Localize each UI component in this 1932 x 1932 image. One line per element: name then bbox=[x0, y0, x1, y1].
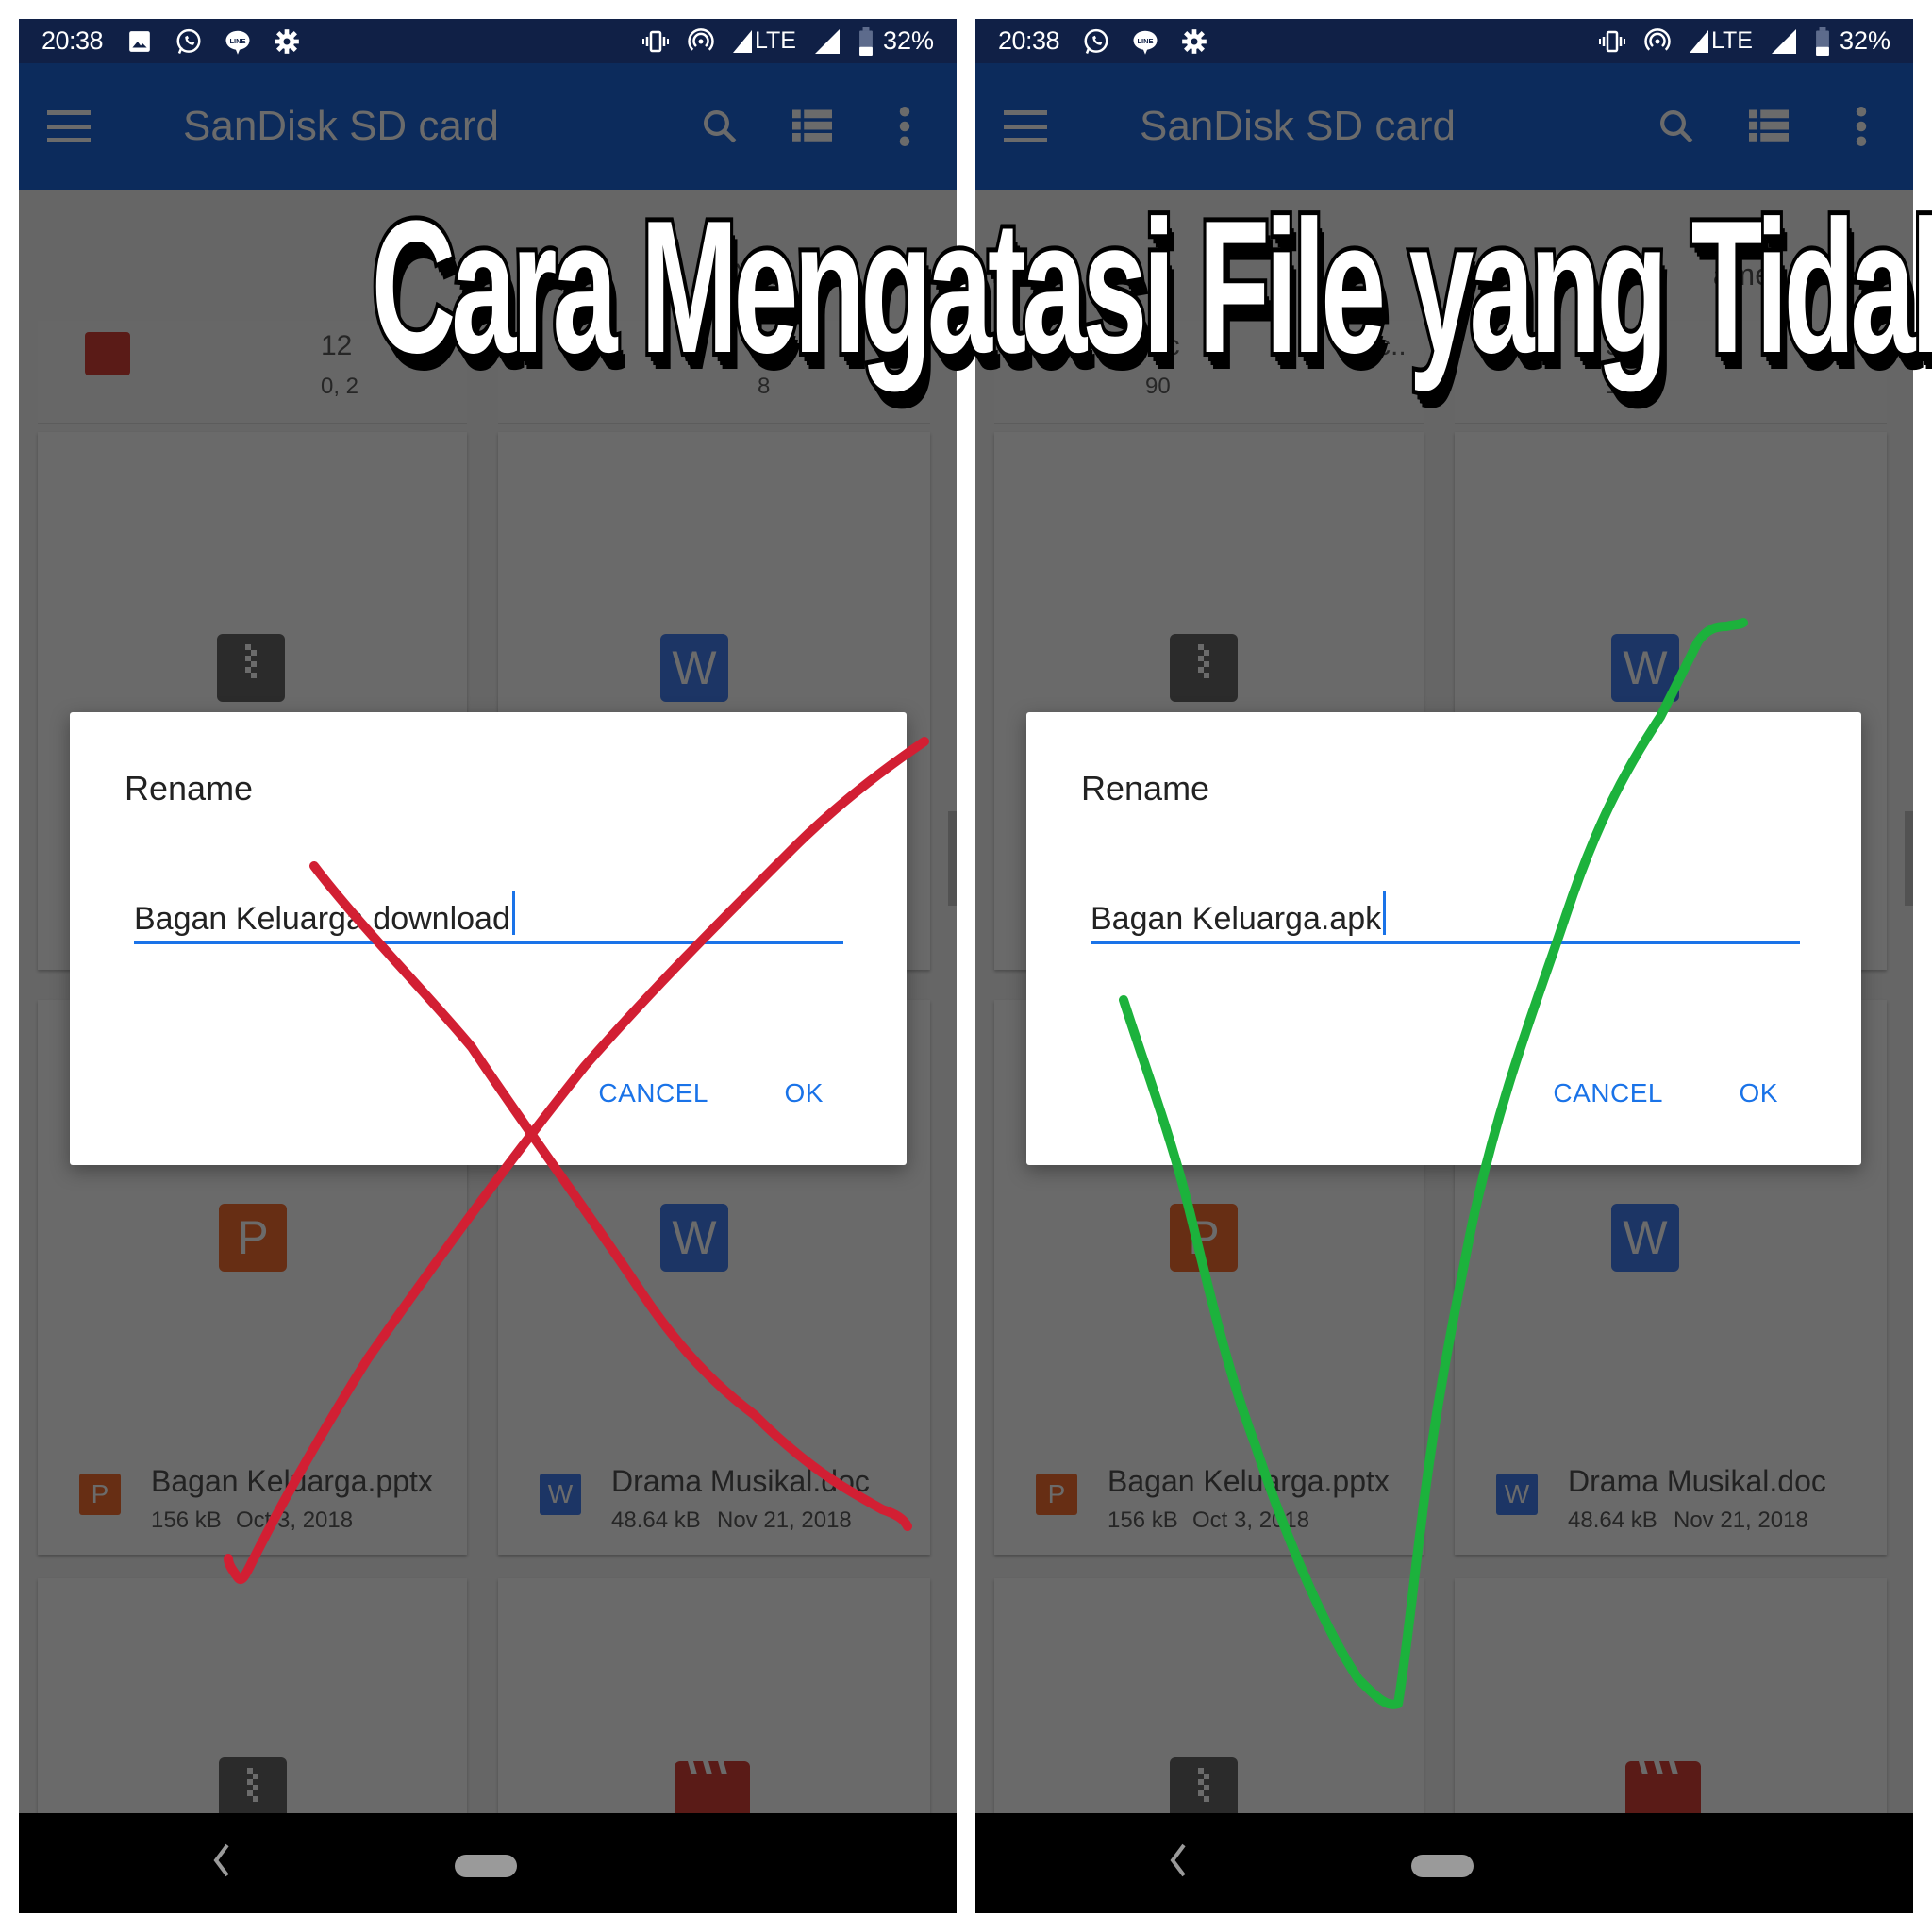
vibrate-icon bbox=[1598, 27, 1626, 56]
text-caret bbox=[1383, 891, 1387, 935]
home-button[interactable] bbox=[455, 1855, 517, 1877]
file-name: Drama Musikal.doc bbox=[1568, 1464, 1826, 1498]
back-icon[interactable] bbox=[208, 1841, 236, 1879]
zip-file-icon bbox=[1170, 634, 1238, 702]
word-file-icon: W bbox=[1611, 634, 1679, 702]
whatsapp-icon bbox=[1082, 27, 1110, 56]
ok-button[interactable]: OK bbox=[1740, 1078, 1778, 1108]
app-bar: SanDisk SD card bbox=[19, 63, 957, 190]
clock: 20:38 bbox=[998, 26, 1060, 55]
powerpoint-small-icon: P bbox=[79, 1474, 121, 1515]
network-type: LTE bbox=[1710, 27, 1753, 54]
word-file-icon: W bbox=[660, 634, 728, 702]
battery-icon bbox=[858, 26, 874, 56]
filename-input[interactable]: Bagan Keluarga.apk bbox=[1091, 891, 1800, 944]
vibrate-icon bbox=[641, 27, 670, 56]
file-date: Oct 3, 2018 bbox=[1192, 1507, 1310, 1533]
dialog-title: Rename bbox=[1081, 769, 1210, 808]
zip-file-icon bbox=[217, 634, 285, 702]
filename-value: Bagan Keluarga.apk bbox=[1091, 901, 1382, 937]
text-caret bbox=[511, 891, 515, 935]
word-file-icon: W bbox=[660, 1204, 728, 1272]
list-view-icon[interactable] bbox=[789, 103, 836, 150]
app-title: SanDisk SD card bbox=[1140, 103, 1457, 149]
rename-dialog: Rename Bagan Keluarga.apk CANCEL OK bbox=[1026, 712, 1861, 1165]
hamburger-menu-icon[interactable] bbox=[47, 110, 91, 142]
file-card-video[interactable] bbox=[1455, 1578, 1887, 1824]
settings-icon bbox=[273, 27, 301, 56]
cancel-button[interactable]: CANCEL bbox=[598, 1078, 708, 1108]
app-bar: SanDisk SD card bbox=[975, 63, 1913, 190]
battery-icon bbox=[1815, 26, 1830, 56]
line-icon: LINE bbox=[224, 27, 252, 56]
rename-dialog: Rename Bagan Keluarga.download CANCEL OK bbox=[70, 712, 907, 1165]
headline-title: Cara Mengatasi File yang Tidak Bisa Dibu… bbox=[369, 177, 1932, 397]
ok-button[interactable]: OK bbox=[785, 1078, 824, 1108]
signal-lte-icon: LTE bbox=[732, 27, 796, 56]
signal-icon bbox=[1770, 27, 1798, 56]
powerpoint-file-icon: P bbox=[1170, 1204, 1238, 1272]
scrollbar-thumb[interactable] bbox=[948, 811, 957, 906]
file-size: 48.64 kB bbox=[611, 1507, 701, 1533]
status-bar: 20:38 LINE LTE 32% bbox=[19, 19, 957, 63]
file-size: 156 kB bbox=[151, 1507, 222, 1533]
line-icon: LINE bbox=[1131, 27, 1159, 56]
signal-lte-icon: LTE bbox=[1689, 27, 1753, 56]
battery-percent: 32% bbox=[1839, 26, 1890, 55]
svg-text:LINE: LINE bbox=[1138, 36, 1154, 44]
file-meta-partial: 0, 2 bbox=[321, 374, 359, 399]
hamburger-menu-icon[interactable] bbox=[1004, 110, 1047, 142]
home-button[interactable] bbox=[1411, 1855, 1474, 1877]
powerpoint-small-icon: P bbox=[1036, 1474, 1077, 1515]
file-date: Oct 3, 2018 bbox=[236, 1507, 354, 1533]
word-small-icon: W bbox=[1496, 1474, 1538, 1515]
app-title: SanDisk SD card bbox=[183, 103, 500, 149]
clock: 20:38 bbox=[42, 26, 104, 55]
file-size: 48.64 kB bbox=[1568, 1507, 1657, 1533]
settings-icon bbox=[1180, 27, 1208, 56]
file-date: Nov 21, 2018 bbox=[1674, 1507, 1808, 1533]
file-name: Bagan Keluarga.pptx bbox=[151, 1464, 433, 1498]
hotspot-icon bbox=[687, 27, 715, 56]
filename-input[interactable]: Bagan Keluarga.download bbox=[134, 891, 843, 944]
powerpoint-file-icon: P bbox=[219, 1204, 287, 1272]
list-view-icon[interactable] bbox=[1745, 103, 1792, 150]
word-small-icon: W bbox=[540, 1474, 581, 1515]
cancel-button[interactable]: CANCEL bbox=[1553, 1078, 1663, 1108]
word-file-icon: W bbox=[1611, 1204, 1679, 1272]
dialog-title: Rename bbox=[125, 769, 254, 808]
status-bar: 20:38 LINE LTE 32% bbox=[975, 19, 1913, 63]
file-name-partial: 12 bbox=[321, 330, 353, 361]
network-type: LTE bbox=[754, 27, 796, 54]
file-name: Drama Musikal.doc bbox=[611, 1464, 870, 1498]
hotspot-icon bbox=[1643, 27, 1672, 56]
file-card-zip[interactable] bbox=[994, 1578, 1424, 1825]
navigation-bar bbox=[19, 1813, 957, 1913]
whatsapp-icon bbox=[175, 27, 203, 56]
filename-value: Bagan Keluarga.download bbox=[134, 901, 510, 937]
svg-text:LINE: LINE bbox=[230, 36, 246, 44]
gallery-icon bbox=[125, 27, 154, 56]
file-card-video[interactable] bbox=[498, 1578, 930, 1824]
search-icon[interactable] bbox=[696, 103, 743, 150]
signal-icon bbox=[813, 27, 841, 56]
file-name: Bagan Keluarga.pptx bbox=[1108, 1464, 1390, 1498]
video-file-icon bbox=[85, 332, 130, 375]
scrollbar-thumb[interactable] bbox=[1905, 811, 1913, 906]
back-icon[interactable] bbox=[1164, 1841, 1192, 1879]
file-card-zip[interactable] bbox=[38, 1578, 467, 1825]
more-vert-icon[interactable] bbox=[1838, 103, 1885, 150]
more-vert-icon[interactable] bbox=[881, 103, 928, 150]
file-date: Nov 21, 2018 bbox=[717, 1507, 852, 1533]
battery-percent: 32% bbox=[882, 26, 934, 55]
search-icon[interactable] bbox=[1653, 103, 1700, 150]
file-size: 156 kB bbox=[1108, 1507, 1178, 1533]
navigation-bar bbox=[975, 1813, 1913, 1913]
